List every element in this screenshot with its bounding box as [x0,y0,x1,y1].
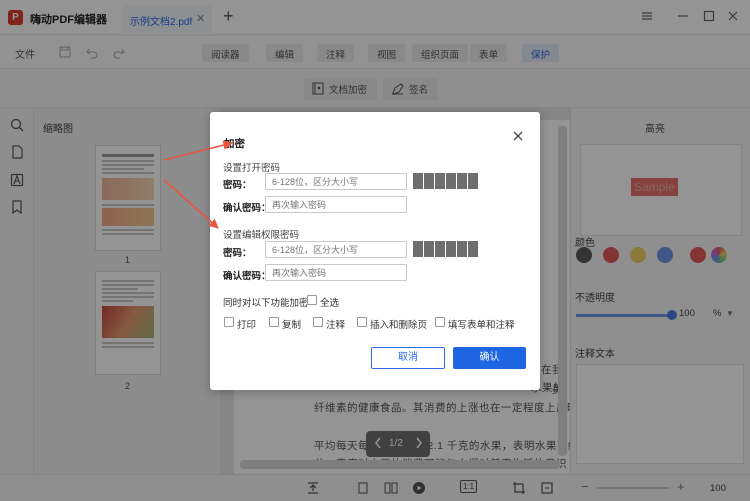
also-encrypt-label: 同时对以下功能加密 [223,298,309,309]
dialog-title: 加密 [224,138,245,150]
annotate-label: 注释 [326,320,346,331]
open-password-input[interactable] [265,173,407,190]
encrypt-dialog: 加密 设置打开密码 密码： 确认密码： 设置编辑权限密码 密码： 确认密码： 同… [210,112,540,390]
annotate-checkbox[interactable] [313,317,323,327]
fill-forms-checkbox[interactable] [435,317,445,327]
fill-forms-label: 填写表单和注释 [448,320,515,331]
copy-label: 复制 [282,320,302,331]
open-password-strength-meter [413,173,478,189]
select-all-checkbox[interactable] [307,295,317,305]
edit-password-label: 密码： [223,248,252,259]
edit-password-strength-meter [413,241,478,257]
open-password-label: 密码： [223,180,252,191]
confirm-button[interactable]: 确认 [453,347,526,369]
insert-delete-pages-checkbox[interactable] [357,317,367,327]
insert-delete-pages-label: 插入和删除页 [370,320,428,331]
edit-confirm-label: 确认密码： [223,271,271,282]
open-confirm-input[interactable] [265,196,407,213]
select-all-label: 全选 [320,298,340,309]
close-icon[interactable] [511,129,525,143]
open-confirm-label: 确认密码： [223,203,271,214]
print-checkbox[interactable] [224,317,234,327]
edit-password-section-title: 设置编辑权限密码 [223,230,300,241]
cancel-button[interactable]: 取消 [371,347,445,369]
print-label: 打印 [237,320,257,331]
edit-confirm-input[interactable] [265,264,407,281]
copy-checkbox[interactable] [269,317,279,327]
open-password-section-title: 设置打开密码 [223,163,281,174]
edit-password-input[interactable] [265,241,407,258]
